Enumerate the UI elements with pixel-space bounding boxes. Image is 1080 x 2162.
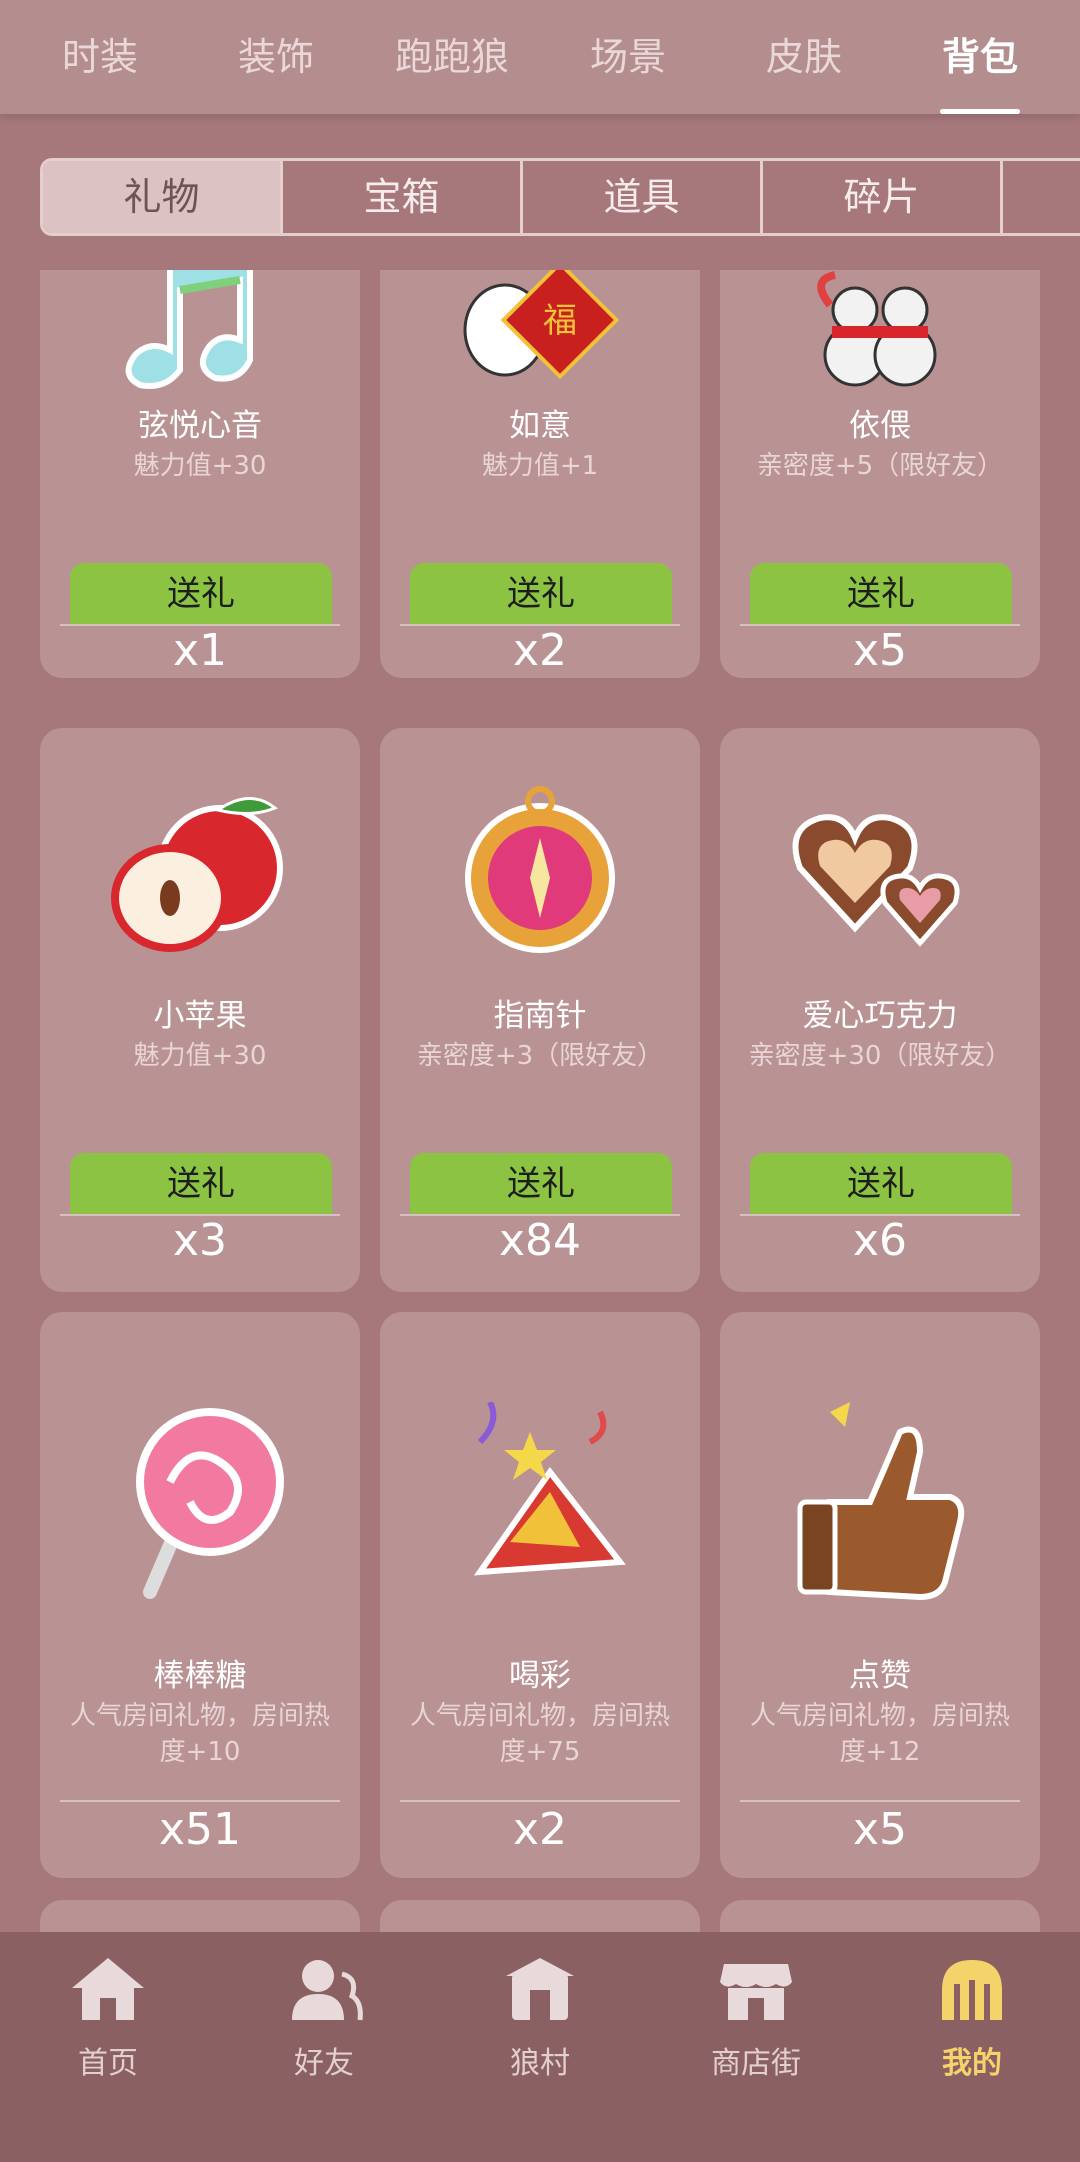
gift-count: x6 [852,1215,908,1266]
nav-profile[interactable]: 我的 [872,1954,1072,2162]
gift-desc: 亲密度+5（限好友） [756,451,1004,481]
gift-card[interactable]: 喝彩 人气房间礼物，房间热度+75 x2 [380,1312,700,1878]
gift-card[interactable]: 指南针 亲密度+3（限好友） 送礼 x84 [380,728,700,1292]
nav-home-label: 首页 [78,2046,138,2081]
thumbs-up-icon [797,1402,965,1601]
tab-fashion[interactable]: 时装 [20,0,180,114]
sub-tab-bar: 礼物 宝箱 道具 碎片 [40,158,1080,236]
gift-desc: 人气房间礼物，房间热度+10 [69,1701,330,1767]
nav-shop-street[interactable]: 商店街 [656,1954,856,2162]
gift-desc: 人气房间礼物，房间热度+75 [409,1701,670,1767]
send-gift-button[interactable]: 送礼 [70,1153,332,1215]
gift-card[interactable]: 福 如意 魅力值+1 送礼 x2 [380,230,700,678]
bottom-nav: 首页 好友 狼村 商店街 我的 [0,1932,1080,2162]
nav-friends[interactable]: 好友 [224,1954,424,2162]
gift-name: 如意 [509,408,571,444]
gift-card[interactable]: 小苹果 魅力值+30 送礼 x3 [40,728,360,1292]
sub-tab-props[interactable]: 道具 [523,161,763,233]
music-note-icon [125,260,253,389]
gift-desc: 亲密度+3（限好友） [416,1041,664,1071]
send-gift-button[interactable]: 送礼 [70,563,332,625]
send-gift-button[interactable]: 送礼 [410,1153,672,1215]
gift-name: 依偎 [849,408,911,444]
gift-desc: 亲密度+30（限好友） [748,1041,1012,1071]
friends-icon [292,1960,363,2021]
tab-scene[interactable]: 场景 [548,0,708,114]
gift-name: 弦悦心音 [138,408,262,444]
gift-card[interactable]: 爱心巧克力 亲密度+30（限好友） 送礼 x6 [720,728,1040,1292]
gift-count: x3 [172,1215,228,1266]
compass-icon [465,786,615,953]
gift-name: 棒棒糖 [153,1658,247,1694]
gift-count: x5 [852,1804,908,1855]
tab-decoration[interactable]: 装饰 [196,0,356,114]
send-gift-button[interactable]: 送礼 [750,563,1012,625]
send-gift-button[interactable]: 送礼 [750,1153,1012,1215]
fortune-rabbit-icon: 福 [463,260,620,380]
gift-count: x1 [172,625,228,676]
tab-backpack[interactable]: 背包 [900,0,1060,114]
nav-shop-street-label: 商店街 [711,2046,801,2081]
gift-desc: 魅力值+30 [133,451,267,481]
nav-profile-label: 我的 [942,2046,1002,2081]
sub-tab-fragments[interactable]: 碎片 [763,161,1003,233]
snowmen-icon [817,271,937,387]
gift-count: x2 [512,1804,568,1855]
send-gift-button[interactable]: 送礼 [410,563,672,625]
home-icon [72,1958,144,2020]
top-tab-bar: 时装 装饰 跑跑狼 场景 皮肤 背包 [0,0,1080,114]
svg-text:福: 福 [543,301,577,341]
gift-desc: 魅力值+30 [133,1041,267,1071]
gift-name: 指南针 [493,998,587,1034]
sub-tab-area: 礼物 宝箱 道具 碎片 [0,114,1080,270]
nav-friends-label: 好友 [294,2046,354,2081]
gift-name: 小苹果 [153,998,247,1034]
apple-icon [111,797,283,952]
gift-card[interactable]: 点赞 人气房间礼物，房间热度+12 x5 [720,1312,1040,1878]
gift-card[interactable]: 弦悦心音 魅力值+30 送礼 x1 [40,230,360,678]
sub-tab-gift[interactable]: 礼物 [43,161,283,233]
nav-wolf-village[interactable]: 狼村 [440,1954,640,2162]
gift-count: x5 [852,625,908,676]
gift-name: 爱心巧克力 [802,998,958,1034]
gift-card[interactable]: 依偎 亲密度+5（限好友） 送礼 x5 [720,230,1040,678]
gift-count: x51 [158,1804,242,1855]
party-popper-icon [473,1402,626,1576]
wolf-village-icon [506,1958,574,2020]
gift-name: 喝彩 [509,1658,571,1694]
sub-tab-chest[interactable]: 宝箱 [283,161,523,233]
card-divider [400,1800,680,1802]
lollipop-icon [136,1408,284,1599]
gift-count: x2 [512,625,568,676]
card-divider [740,1800,1020,1802]
gift-card[interactable]: 棒棒糖 人气房间礼物，房间热度+10 x51 [40,1312,360,1878]
gift-desc: 魅力值+1 [481,451,599,481]
nav-wolf-village-label: 狼村 [510,2046,570,2081]
app-root: 时装 装饰 跑跑狼 场景 皮肤 背包 礼物 宝箱 道具 碎片 弦悦心音 魅力值+… [0,0,1080,2162]
heart-chocolate-icon [792,814,960,947]
gift-desc: 人气房间礼物，房间热度+12 [749,1701,1010,1767]
card-divider [60,1800,340,1802]
gift-count: x84 [498,1215,582,1266]
tab-running-wolf[interactable]: 跑跑狼 [372,0,532,114]
shop-street-icon [720,1964,792,2020]
profile-icon [942,1960,1002,2020]
tab-skin[interactable]: 皮肤 [724,0,884,114]
nav-home[interactable]: 首页 [8,1954,208,2162]
sub-tab-more[interactable] [1003,161,1080,233]
gift-name: 点赞 [849,1658,911,1694]
